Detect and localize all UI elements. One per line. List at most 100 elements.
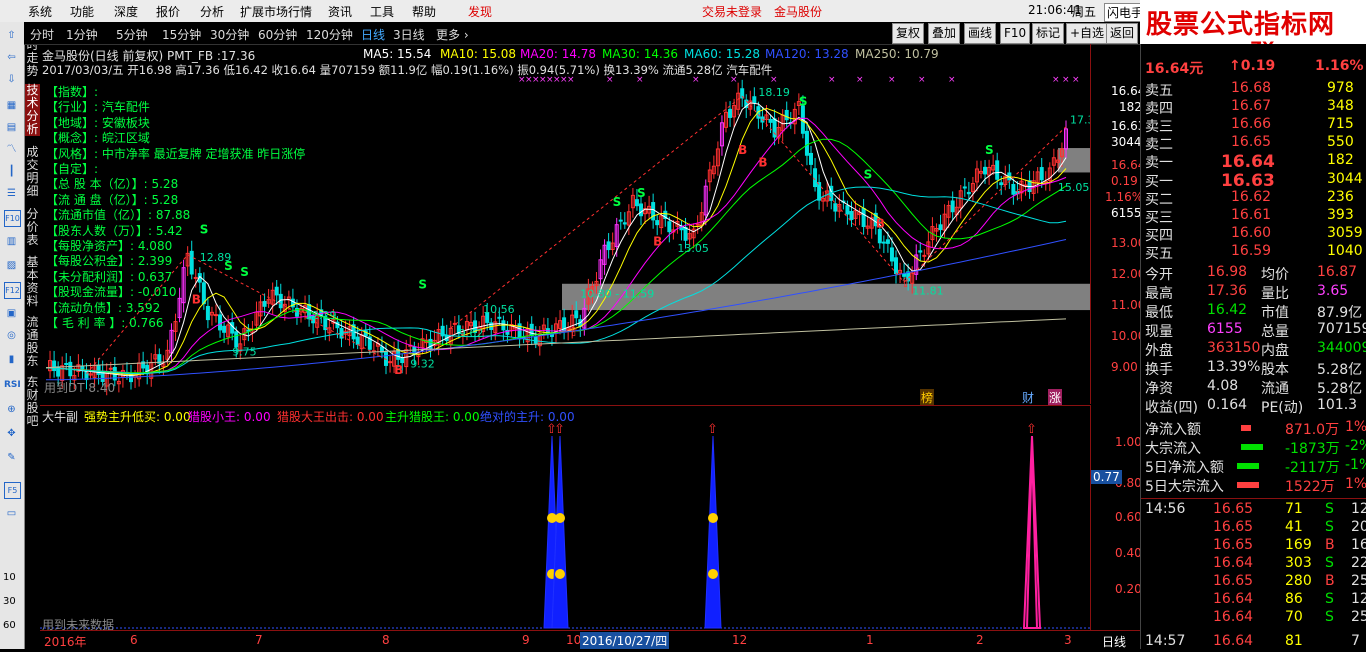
back-button[interactable]: 返回 — [1106, 23, 1139, 44]
candle-body — [849, 210, 854, 220]
event-flag[interactable]: 财 — [1022, 389, 1034, 406]
arrow-up-icon[interactable]: ⇧ — [4, 28, 19, 43]
add-watchlist-button[interactable]: +自选 — [1066, 23, 1109, 44]
circle-icon[interactable]: ◎ — [4, 328, 19, 343]
brand-title: 股票公式指标网 — [1146, 10, 1336, 40]
menu-item-discover[interactable]: 发现 — [468, 3, 492, 20]
period-5min[interactable]: 5分钟 — [116, 26, 148, 43]
period-15min[interactable]: 15分钟 — [162, 26, 201, 43]
candle-body — [64, 363, 69, 366]
date-axis-label: 2016年 — [44, 635, 87, 649]
menu-item-system[interactable]: 系统 — [28, 3, 52, 20]
event-flag[interactable]: 榜 — [920, 389, 935, 406]
tick-volume: 41 — [1285, 519, 1303, 535]
table-icon[interactable]: ▤ — [4, 120, 19, 135]
bid-label: 买一 — [1145, 174, 1173, 190]
bid-volume: 1040 — [1327, 243, 1363, 259]
candle-body — [804, 130, 809, 156]
event-flag[interactable]: 涨 — [1048, 389, 1063, 406]
tick-direction: S — [1325, 501, 1334, 517]
price-axis-label: 1.16% — [1105, 190, 1144, 204]
tab-holders[interactable]: 流通股东 — [25, 316, 40, 368]
tick-count: 25 — [1351, 573, 1366, 589]
date-axis-label: 12 — [732, 633, 748, 647]
rsi-icon[interactable]: RSI — [4, 378, 21, 393]
trade-status[interactable]: 交易未登录 — [702, 3, 762, 20]
rail-tick: 10 — [3, 572, 16, 583]
menu-item-function[interactable]: 功能 — [70, 3, 94, 20]
menu-item-tools[interactable]: 工具 — [370, 3, 394, 20]
tick-direction: S — [1325, 555, 1334, 571]
period-daily[interactable]: 日线 — [361, 26, 385, 43]
tick-row: 16.65 41 S 20 — [1145, 519, 1366, 538]
adjust-button[interactable]: 复权 — [892, 23, 925, 44]
flow-label: 5日净流入额 — [1145, 460, 1224, 476]
menu-item-extended-market[interactable]: 扩展市场行情 — [240, 3, 312, 20]
bar-icon[interactable]: ▮ — [4, 352, 19, 367]
tab-trade-detail[interactable]: 成交明细 — [25, 146, 40, 198]
f10-icon[interactable]: F10 — [4, 210, 21, 227]
price-annotation: 11.81 — [912, 284, 944, 297]
doc-icon[interactable]: ▥ — [4, 234, 19, 249]
zoom-icon[interactable]: ⊕ — [4, 402, 19, 417]
menu-item-help[interactable]: 帮助 — [412, 3, 436, 20]
indicator-axis: 1.00 0.80 0.77 0.60 0.40 0.20 — [1090, 405, 1142, 630]
up-arrow-icon: ⇧ — [568, 325, 579, 340]
bid-price: 16.59 — [1231, 243, 1272, 259]
move-icon[interactable]: ✥ — [4, 426, 19, 441]
indicator-canvas[interactable]: ⇧⇧ ⇧ ⇧ — [40, 406, 1090, 631]
stat-value: 16.87 — [1317, 264, 1358, 280]
f12-icon[interactable]: F12 — [4, 282, 21, 299]
draw-button[interactable]: 画线 — [964, 23, 997, 44]
menu-item-news[interactable]: 资讯 — [328, 3, 352, 20]
period-120min[interactable]: 120分钟 — [306, 26, 353, 43]
bid-row: 买一 16.63 3044 — [1145, 171, 1363, 191]
signal-cross: × — [828, 75, 836, 85]
period-30min[interactable]: 30分钟 — [210, 26, 249, 43]
candle-chart-icon[interactable]: ┃ — [4, 164, 19, 179]
f5-icon[interactable]: F5 — [4, 482, 21, 499]
line-chart-icon[interactable]: 〽 — [4, 142, 19, 157]
period-more[interactable]: 更多 › — [436, 26, 469, 43]
profile-line: 【流动负债】: 3.592 — [46, 300, 161, 315]
ask-volume: 348 — [1327, 98, 1354, 114]
profile-line: 【地域】: 安徽板块 — [46, 115, 150, 130]
stat-label: 均价 — [1261, 267, 1289, 283]
calendar-icon[interactable]: ▣ — [4, 306, 19, 321]
mark-button[interactable]: 标记 — [1032, 23, 1065, 44]
chart-icon[interactable]: ▨ — [4, 258, 19, 273]
period-timeshare[interactable]: 分时 — [30, 26, 54, 43]
overlay-button[interactable]: 叠加 — [928, 23, 961, 44]
tab-forum[interactable]: 东财股吧 — [25, 376, 40, 428]
stat-value: 344009 — [1317, 340, 1366, 356]
arrow-down-icon[interactable]: ⇩ — [4, 72, 19, 87]
period-3day[interactable]: 3日线 — [393, 26, 425, 43]
list-icon[interactable]: ☰ — [4, 186, 19, 201]
price-annotation: 10.56 — [483, 303, 514, 316]
tab-price-table[interactable]: 分价表 — [25, 208, 40, 248]
price-axis-label: 3044 — [1111, 135, 1142, 149]
menu-item-quote[interactable]: 报价 — [156, 3, 180, 20]
arrow-left-icon[interactable]: ⇦ — [4, 50, 19, 65]
tab-technical[interactable]: 技术分析 — [25, 84, 40, 136]
grid-icon[interactable]: ▦ — [4, 98, 19, 113]
indicator-axis-label: 0.20 — [1115, 582, 1142, 596]
kline-chart[interactable]: B S S S B S S S B B B S S B S 12.89 9.75 9.32 13.05 18.19 11… — [40, 44, 1090, 406]
menu-item-analysis[interactable]: 分析 — [200, 3, 224, 20]
tab-profile[interactable]: 基本资料 — [25, 256, 40, 308]
f10-button[interactable]: F10 — [1000, 23, 1031, 44]
period-60min[interactable]: 60分钟 — [258, 26, 297, 43]
window-icon[interactable]: ▭ — [4, 506, 19, 521]
period-1min[interactable]: 1分钟 — [66, 26, 98, 43]
bid-price: 16.63 — [1221, 171, 1275, 191]
date-axis-label: 10 — [566, 633, 582, 647]
ask-volume: 715 — [1327, 116, 1354, 132]
ask-row: 卖二 16.65 550 — [1145, 134, 1363, 153]
bid-price: 16.62 — [1231, 189, 1272, 205]
menu-item-depth[interactable]: 深度 — [114, 3, 138, 20]
tick-price: 16.64 — [1213, 633, 1254, 649]
pencil-icon[interactable]: ✎ — [4, 450, 19, 465]
flow-row: 净流入额 871.0万 1% — [1145, 419, 1366, 438]
indicator-panel[interactable]: ⇧ ⇧ ⇧ ⇧ 大牛副 强势主升低买: 0.00 猎股小王: 0.00 猎股大王出击:… — [40, 405, 1090, 632]
flow-value: -1873万 — [1285, 441, 1340, 457]
